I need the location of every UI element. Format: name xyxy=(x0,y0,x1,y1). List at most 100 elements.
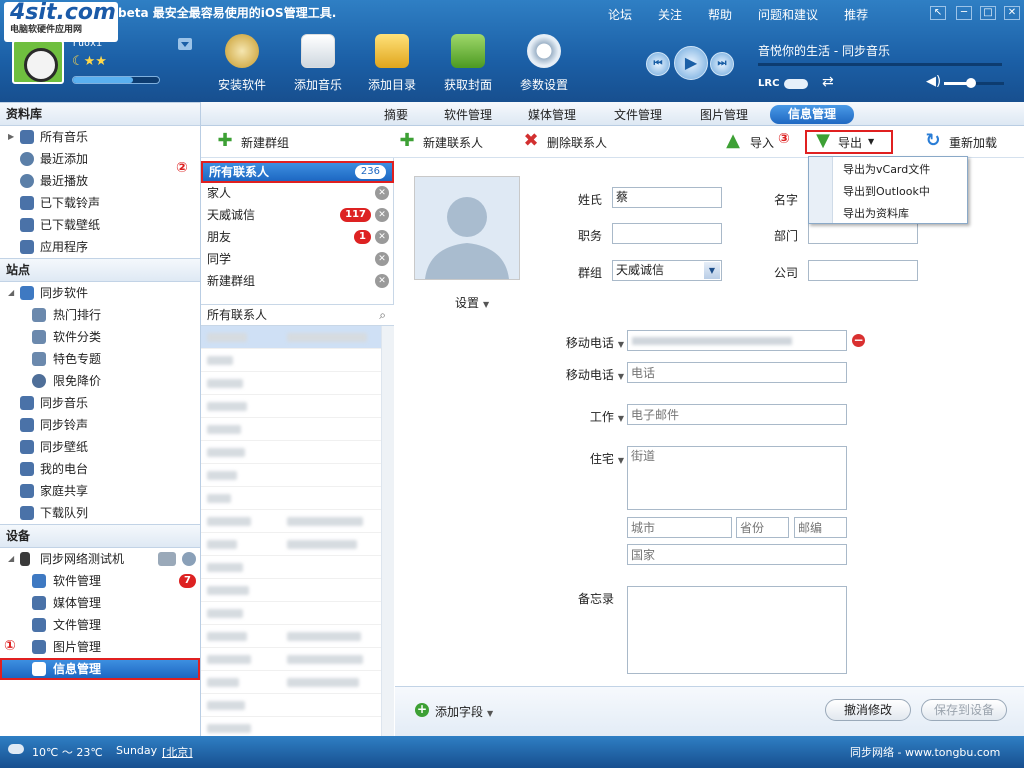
sidebar-item-categories[interactable]: 软件分类 xyxy=(0,326,200,348)
sidebar-item-wallpapers[interactable]: 已下载壁纸 xyxy=(0,214,200,236)
list-item[interactable] xyxy=(201,717,381,736)
previous-icon[interactable]: ⏮ xyxy=(646,52,670,76)
tab-media[interactable]: 媒体管理 xyxy=(528,106,576,123)
tab-files[interactable]: 文件管理 xyxy=(614,106,662,123)
sidebar-item-all-music[interactable]: ▶ 所有音乐 xyxy=(0,126,200,148)
sidebar-item-photo-mgmt[interactable]: ① 图片管理 xyxy=(0,636,200,658)
work-type-select[interactable]: 工作 ▼ xyxy=(540,408,624,425)
sidebar-item-recent-played[interactable]: 最近播放 xyxy=(0,170,200,192)
remove-field-icon[interactable]: − xyxy=(852,334,865,347)
next-icon[interactable]: ⏭ xyxy=(710,52,734,76)
list-item[interactable] xyxy=(201,326,381,349)
tab-info[interactable]: 信息管理 xyxy=(770,105,854,124)
lrc-toggle[interactable] xyxy=(784,79,808,89)
tab-software[interactable]: 软件管理 xyxy=(444,106,492,123)
contact-list-scrollbar[interactable] xyxy=(381,326,394,736)
sidebar-item-apps[interactable]: 应用程序 xyxy=(0,236,200,258)
list-item[interactable] xyxy=(201,533,381,556)
new-group-button[interactable]: 新建群组 xyxy=(241,134,289,151)
add-field-button[interactable]: 添加字段 ▼ xyxy=(435,703,493,720)
volume-icon[interactable]: ◀) xyxy=(926,74,941,89)
group-all-contacts[interactable]: 所有联系人 236 xyxy=(201,161,394,183)
cancel-button[interactable]: 撤消修改 xyxy=(825,699,911,721)
add-folder-button[interactable]: 添加目录 xyxy=(354,34,430,98)
avatar[interactable] xyxy=(12,40,64,84)
list-item[interactable] xyxy=(201,671,381,694)
city-field[interactable] xyxy=(627,517,732,538)
sidebar-item-my-radio[interactable]: 我的电台 xyxy=(0,458,200,480)
list-item[interactable] xyxy=(201,464,381,487)
company-field[interactable] xyxy=(808,260,918,281)
list-item[interactable] xyxy=(201,648,381,671)
group-select[interactable]: 天威诚信 ▼ xyxy=(612,260,722,281)
list-item[interactable] xyxy=(201,441,381,464)
email-field[interactable] xyxy=(627,404,847,425)
sidebar-item-file-mgmt[interactable]: 文件管理 xyxy=(0,614,200,636)
shuffle-icon[interactable]: ⇄ xyxy=(822,74,834,90)
contact-photo[interactable] xyxy=(414,176,520,280)
volume-knob[interactable] xyxy=(966,78,976,88)
remove-group-icon[interactable]: ✕ xyxy=(375,252,389,266)
country-field[interactable] xyxy=(627,544,847,565)
recommend-link[interactable]: 推荐 xyxy=(844,6,868,23)
list-item[interactable] xyxy=(201,602,381,625)
job-title-field[interactable] xyxy=(612,223,722,244)
group-item[interactable]: 家人 ✕ xyxy=(207,182,393,204)
eject-icon[interactable] xyxy=(182,552,196,566)
list-item[interactable] xyxy=(201,418,381,441)
home-type-select[interactable]: 住宅 ▼ xyxy=(540,450,624,467)
sidebar-item-recent-added[interactable]: 最近添加 xyxy=(0,148,200,170)
sidebar-item-sync-music[interactable]: 同步音乐 xyxy=(0,392,200,414)
list-item[interactable] xyxy=(201,579,381,602)
user-menu-dropdown[interactable] xyxy=(178,38,192,50)
list-item[interactable] xyxy=(201,625,381,648)
minimize-icon[interactable]: ─ xyxy=(956,6,972,20)
list-item[interactable] xyxy=(201,510,381,533)
province-field[interactable] xyxy=(736,517,789,538)
sidebar-item-featured[interactable]: 特色专题 xyxy=(0,348,200,370)
sidebar-item-device[interactable]: ◢ 同步网络测试机 xyxy=(0,548,200,570)
sidebar-item-download-queue[interactable]: 下载队列 xyxy=(0,502,200,524)
street-field[interactable] xyxy=(627,446,847,510)
export-outlook-item[interactable]: 导出到Outlook中 xyxy=(843,183,930,199)
reload-button[interactable]: 重新加载 xyxy=(949,134,997,151)
follow-link[interactable]: 关注 xyxy=(658,6,682,23)
export-button[interactable]: 导出 xyxy=(838,134,862,151)
play-icon[interactable]: ▶ xyxy=(674,46,708,80)
surname-field[interactable]: 蔡 xyxy=(612,187,722,208)
sidebar-item-sync-ringtones[interactable]: 同步铃声 xyxy=(0,414,200,436)
save-to-device-button[interactable]: 保存到设备 xyxy=(921,699,1007,721)
contact-list[interactable] xyxy=(201,326,381,736)
group-item[interactable]: 天威诚信 117 ✕ xyxy=(207,204,393,226)
help-link[interactable]: 帮助 xyxy=(708,6,732,23)
new-contact-button[interactable]: 新建联系人 xyxy=(423,134,483,151)
import-button[interactable]: 导入 xyxy=(750,134,774,151)
list-item[interactable] xyxy=(201,372,381,395)
get-cover-button[interactable]: 获取封面 xyxy=(430,34,506,98)
sidebar-item-ringtones[interactable]: 已下载铃声 xyxy=(0,192,200,214)
zip-field[interactable] xyxy=(794,517,847,538)
tab-photos[interactable]: 图片管理 xyxy=(700,106,748,123)
export-library-item[interactable]: 导出为资料库 xyxy=(843,205,909,221)
department-field[interactable] xyxy=(808,223,918,244)
remove-group-icon[interactable]: ✕ xyxy=(375,186,389,200)
delete-contact-button[interactable]: 删除联系人 xyxy=(547,134,607,151)
maximize-icon[interactable]: □ xyxy=(980,6,996,20)
remove-group-icon[interactable]: ✕ xyxy=(375,274,389,288)
remove-group-icon[interactable]: ✕ xyxy=(375,208,389,222)
list-item[interactable] xyxy=(201,694,381,717)
search-icon[interactable]: ⌕ xyxy=(379,305,386,325)
group-item[interactable]: 朋友 1 ✕ xyxy=(207,226,393,248)
sidebar-item-media-mgmt[interactable]: 媒体管理 xyxy=(0,592,200,614)
close-icon[interactable]: ✕ xyxy=(1004,6,1020,20)
sidebar-item-sync-software[interactable]: ◢ 同步软件 xyxy=(0,282,200,304)
brand-link[interactable]: 同步网络 - www.tongbu.com xyxy=(850,744,1000,760)
list-item[interactable] xyxy=(201,556,381,579)
sidebar-item-sync-wallpapers[interactable]: 同步壁纸 xyxy=(0,436,200,458)
sidebar-item-software-mgmt[interactable]: 软件管理 7 xyxy=(0,570,200,592)
group-item[interactable]: 新建群组 ✕ xyxy=(207,270,393,292)
forum-link[interactable]: 论坛 xyxy=(608,6,632,23)
settings-button[interactable]: 参数设置 xyxy=(506,34,582,98)
group-item[interactable]: 同学 ✕ xyxy=(207,248,393,270)
chevron-down-icon[interactable]: ▼ xyxy=(868,137,874,146)
